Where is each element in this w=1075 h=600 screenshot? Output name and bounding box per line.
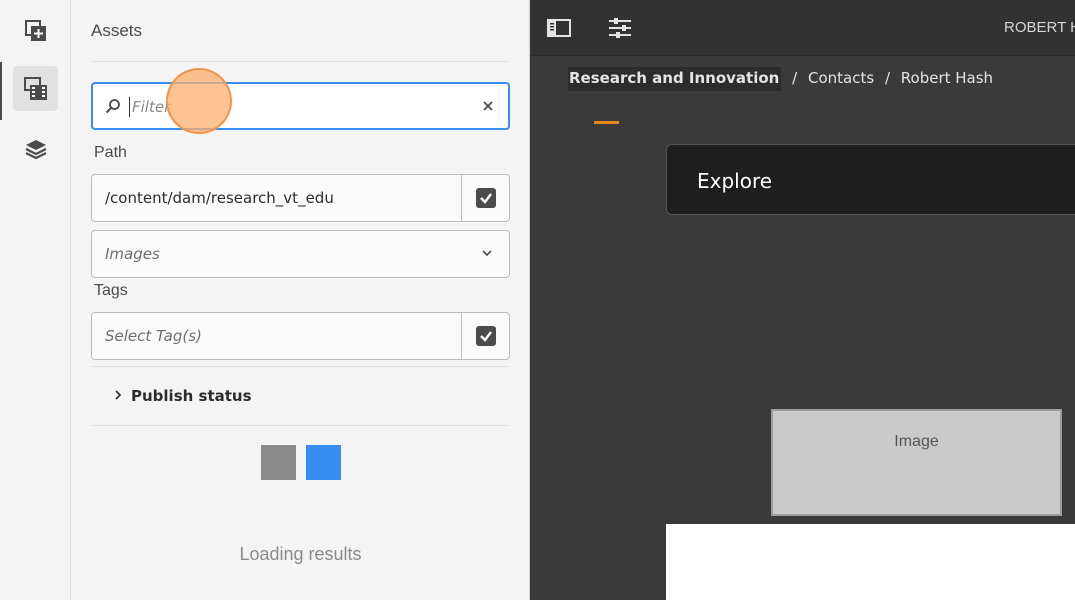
tags-field[interactable]: Select Tag(s) xyxy=(91,312,510,360)
editor-area: ROBERT HA Research and Innovation / Cont… xyxy=(531,0,1075,600)
user-menu[interactable]: ROBERT HA xyxy=(1004,19,1075,36)
filter-input[interactable]: Filter xyxy=(91,82,510,130)
publish-status-label: Publish status xyxy=(131,387,252,405)
checkmark-icon xyxy=(479,193,492,204)
path-browse-button[interactable] xyxy=(461,175,509,221)
rail-active-indicator xyxy=(0,62,2,120)
assets-tab-button[interactable] xyxy=(13,66,58,111)
breadcrumb-item[interactable]: Research and Innovation xyxy=(568,67,782,91)
explore-banner[interactable]: Explore xyxy=(666,144,1075,215)
publish-status-toggle[interactable]: Publish status xyxy=(91,368,510,424)
path-value: /content/dam/research_vt_edu xyxy=(105,189,334,207)
divider xyxy=(91,425,509,426)
filter-placeholder: Filter xyxy=(132,98,171,116)
accent-bar xyxy=(594,121,619,124)
toggle-side-panel-button[interactable] xyxy=(543,12,575,44)
divider xyxy=(91,366,509,367)
loading-indicator-square xyxy=(306,445,341,480)
breadcrumb-separator: / xyxy=(884,69,890,87)
assets-panel: Assets Filter Path /content/dam/research… xyxy=(71,0,530,600)
chevron-right-icon xyxy=(115,390,122,400)
checkmark-icon xyxy=(479,331,492,342)
breadcrumb-separator: / xyxy=(792,69,798,87)
add-component-icon xyxy=(24,19,46,41)
layers-icon xyxy=(25,139,46,159)
text-caret xyxy=(129,97,130,117)
tags-placeholder: Select Tag(s) xyxy=(105,327,202,345)
panel-title: Assets xyxy=(91,21,143,40)
loading-indicator-square xyxy=(261,445,296,480)
breadcrumb-item[interactable]: Contacts xyxy=(808,69,874,87)
explore-title: Explore xyxy=(697,169,773,193)
assets-icon xyxy=(23,76,47,100)
asset-type-value: Images xyxy=(105,245,160,263)
asset-type-select[interactable]: Images xyxy=(91,230,510,278)
path-label: Path xyxy=(94,144,127,161)
left-rail xyxy=(0,0,71,600)
image-placeholder-label: Image xyxy=(894,433,939,450)
clear-icon[interactable] xyxy=(482,100,494,112)
tags-picker-button[interactable] xyxy=(461,313,509,359)
editor-toolbar: ROBERT HA xyxy=(531,0,1075,56)
page-properties-button[interactable] xyxy=(604,12,636,44)
breadcrumb-item[interactable]: Robert Hash xyxy=(901,69,993,87)
chevron-down-icon xyxy=(482,250,492,257)
search-icon xyxy=(105,99,120,114)
tags-label: Tags xyxy=(94,282,128,299)
image-component-placeholder[interactable]: Image xyxy=(771,409,1062,516)
content-tree-tab-button[interactable] xyxy=(13,126,58,171)
sliders-icon xyxy=(609,18,631,38)
side-panel-icon xyxy=(547,19,571,37)
components-tab-button[interactable] xyxy=(13,8,58,53)
loading-text: Loading results xyxy=(239,544,362,564)
content-block xyxy=(666,524,1075,600)
path-field[interactable]: /content/dam/research_vt_edu xyxy=(91,174,510,222)
divider xyxy=(91,61,509,62)
breadcrumb: Research and Innovation / Contacts / Rob… xyxy=(568,67,993,91)
